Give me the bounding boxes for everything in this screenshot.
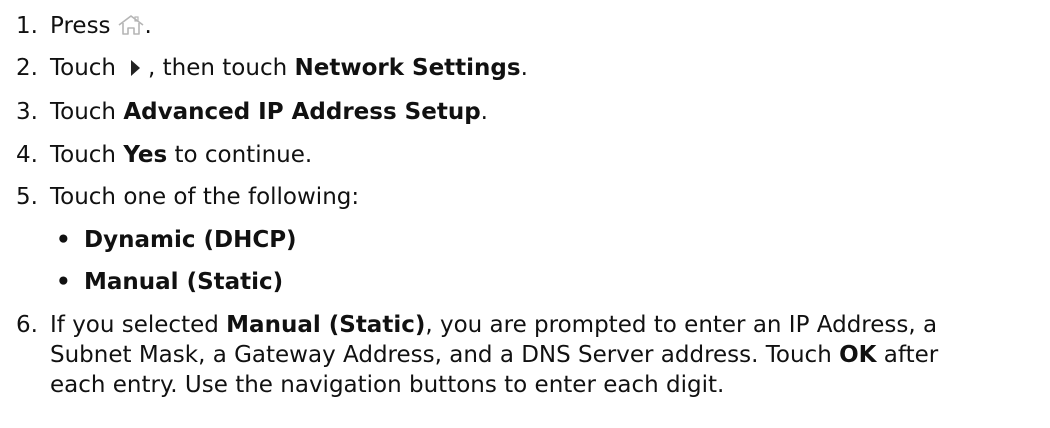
step-3-post: .	[480, 99, 488, 125]
instruction-document: 1. Press. 2. Touch , then touch Network S…	[0, 0, 1050, 428]
step-1-pre: Press	[50, 13, 111, 39]
step-number: 1.	[16, 13, 38, 39]
step-2-mid: , then touch	[148, 55, 288, 81]
step-6-post: , you are prompted to enter an IP Addres…	[425, 312, 938, 338]
step-number: 2.	[16, 55, 38, 81]
step-2-pre: Touch	[50, 55, 117, 81]
step-number: 5.	[16, 184, 38, 210]
network-settings-label: Network Settings	[294, 55, 521, 81]
step-4-pre: Touch	[50, 142, 117, 168]
right-arrow-icon	[131, 60, 141, 76]
step-text: Press.	[50, 12, 152, 40]
step-text: If you selected Manual (Static), you are…	[50, 311, 937, 339]
step-text: Touch , then touch Network Settings.	[50, 54, 528, 82]
step-1-post: .	[144, 13, 152, 39]
yes-label: Yes	[123, 142, 168, 168]
step-3-pre: Touch	[50, 99, 117, 125]
bullet: •	[56, 269, 71, 295]
step-number: 6.	[16, 312, 38, 338]
step-6-line2-pre: Subnet Mask, a Gateway Address, and a DN…	[50, 342, 832, 368]
step-4-post: to continue.	[174, 142, 313, 168]
step-text: Touch Yes to continue.	[50, 141, 312, 169]
step-text: Touch one of the following:	[50, 184, 360, 210]
manual-static-label: Manual (Static)	[226, 312, 426, 338]
option-label: Manual (Static)	[84, 269, 284, 295]
step-text: Touch Advanced IP Address Setup.	[50, 98, 488, 126]
step-6-line2-post: after	[883, 342, 939, 368]
home-icon	[118, 15, 144, 35]
option-label: Dynamic (DHCP)	[84, 227, 297, 253]
step-6-pre: If you selected	[50, 312, 219, 338]
step-2-post: .	[520, 55, 528, 81]
step-number: 3.	[16, 99, 38, 125]
step-text: each entry. Use the navigation buttons t…	[50, 372, 725, 398]
bullet: •	[56, 227, 71, 253]
advanced-ip-setup-label: Advanced IP Address Setup	[123, 99, 481, 125]
step-number: 4.	[16, 142, 38, 168]
step-text: Subnet Mask, a Gateway Address, and a DN…	[50, 341, 938, 369]
ok-label: OK	[839, 342, 877, 368]
